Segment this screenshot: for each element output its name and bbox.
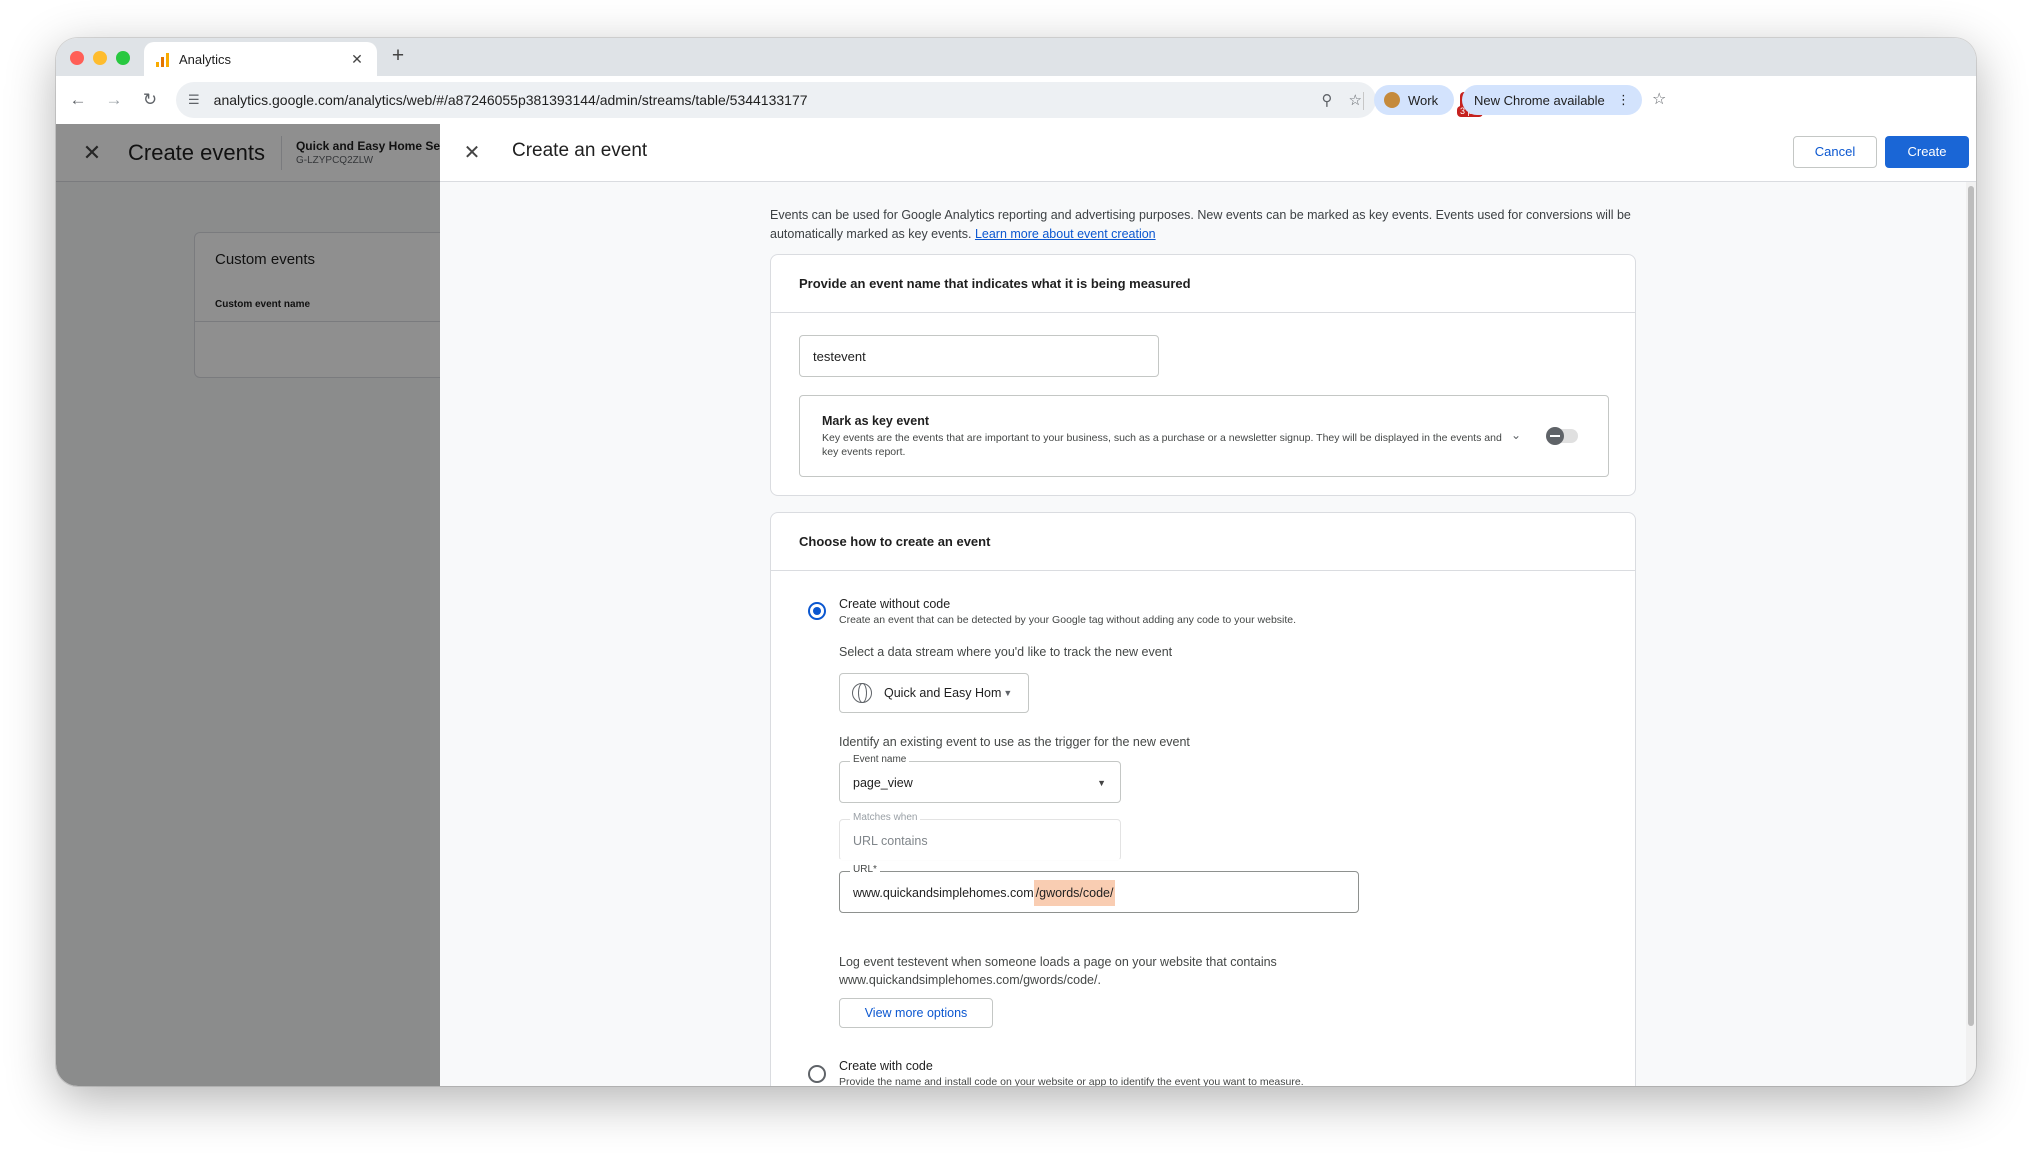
stream-value: Quick and Easy Hom [884, 686, 1002, 700]
data-stream-select[interactable]: Quick and Easy Hom ▼ [839, 673, 1029, 713]
create-with-code-radio[interactable] [808, 1065, 826, 1083]
back-arrow-icon[interactable]: ← [64, 86, 92, 114]
event-method-heading: Choose how to create an event [771, 513, 1635, 571]
address-url[interactable]: analytics.google.com/analytics/web/#/a87… [214, 92, 1306, 108]
trigger-label: Identify an existing event to use as the… [839, 735, 1190, 749]
tab-bar: Analytics ✕ + [56, 38, 1976, 76]
intro-paragraph: Events can be used for Google Analytics … [770, 206, 1644, 244]
url-field-label: URL* [850, 864, 880, 875]
create-event-panel: ✕ Create an event Cancel Create Events c… [440, 124, 1976, 1086]
trigger-event-select[interactable]: Event name page_view ▼ [839, 754, 1121, 803]
zoom-icon[interactable]: ⚲ [1322, 91, 1333, 109]
new-tab-button[interactable]: + [386, 44, 410, 68]
panel-title: Create an event [512, 140, 648, 161]
url-path-highlight: /gwords/code/ [1033, 880, 1116, 906]
key-event-description: Key events are the events that are impor… [822, 432, 1502, 458]
view-more-options-button[interactable]: View more options [839, 998, 993, 1028]
log-event-summary: Log event testevent when someone loads a… [839, 955, 1277, 987]
matches-when-field: Matches when URL contains [839, 812, 1121, 861]
dropdown-caret-icon: ▼ [1003, 688, 1013, 698]
create-without-code-title: Create without code [839, 597, 951, 611]
minimize-window-button[interactable] [93, 51, 107, 65]
event-name-input[interactable]: testevent [799, 335, 1159, 377]
dropdown-arrow-icon: ▼ [1097, 778, 1106, 788]
learn-more-link[interactable]: Learn more about event creation [975, 227, 1156, 241]
site-settings-icon[interactable]: ☰ [188, 92, 200, 108]
browser-window: Analytics ✕ + ← → ↻ ☰ analytics.google.c… [56, 38, 1976, 1086]
url-field-value[interactable]: www.quickandsimplehomes.com/gwords/code/ [853, 880, 1116, 906]
panel-close-icon[interactable]: ✕ [460, 140, 484, 165]
toolbar-divider-2 [1363, 92, 1364, 110]
close-window-button[interactable] [70, 51, 84, 65]
profile-chip[interactable]: Work [1374, 85, 1454, 115]
maximize-window-button[interactable] [116, 51, 130, 65]
analytics-logo-icon [156, 52, 170, 67]
browser-toolbar: ← → ↻ ☰ analytics.google.com/analytics/w… [56, 76, 1976, 124]
bookmark-star-icon[interactable]: ☆ [1349, 91, 1362, 109]
matches-when-label: Matches when [850, 812, 921, 823]
url-base-text: www.quickandsimplehomes.com [853, 886, 1034, 900]
scrollbar-thumb[interactable] [1968, 186, 1974, 1026]
trigger-event-value: page_view [853, 776, 913, 790]
reload-icon[interactable]: ↻ [136, 86, 164, 114]
globe-icon [852, 683, 872, 703]
bookmarks-star-icon[interactable]: ☆ [1652, 89, 1666, 109]
chevron-down-icon[interactable]: ⌄ [1511, 428, 1521, 442]
create-without-code-radio[interactable] [808, 602, 826, 620]
forward-arrow-icon[interactable]: → [100, 86, 128, 114]
event-name-field-label: Event name [850, 754, 910, 765]
panel-header: ✕ Create an event Cancel Create [440, 124, 1976, 182]
chrome-update-button[interactable]: New Chrome available ⋮ [1462, 85, 1642, 115]
tab-title: Analytics [179, 51, 232, 67]
event-method-card: Choose how to create an event Create wit… [770, 512, 1636, 1086]
create-button[interactable]: Create [1885, 136, 1969, 168]
cancel-button[interactable]: Cancel [1793, 136, 1877, 168]
update-label: New Chrome available [1474, 92, 1605, 108]
create-with-code-desc: Provide the name and install code on you… [839, 1076, 1304, 1086]
profile-label: Work [1408, 92, 1439, 108]
url-field[interactable]: URL* www.quickandsimplehomes.com/gwords/… [839, 864, 1359, 913]
intro-text: Events can be used for Google Analytics … [770, 208, 1631, 241]
address-bar[interactable]: ☰ analytics.google.com/analytics/web/#/a… [176, 82, 1376, 118]
create-without-code-desc: Create an event that can be detected by … [839, 614, 1297, 626]
page-content: ✕ Create events Quick and Easy Home Sear… [56, 124, 1976, 1086]
key-event-title: Mark as key event [822, 414, 930, 428]
create-with-code-title: Create with code [839, 1059, 933, 1073]
tab-close-icon[interactable]: ✕ [349, 51, 365, 68]
avatar [1384, 92, 1400, 108]
event-name-heading: Provide an event name that indicates wha… [771, 255, 1635, 313]
stream-label: Select a data stream where you'd like to… [839, 645, 1173, 659]
event-name-card: Provide an event name that indicates wha… [770, 254, 1636, 496]
matches-when-value: URL contains [853, 834, 928, 848]
key-event-row[interactable]: Mark as key event Key events are the eve… [799, 395, 1609, 477]
more-vert-icon: ⋮ [1617, 92, 1630, 107]
toggle-knob [1546, 427, 1564, 445]
tab-analytics[interactable]: Analytics ✕ [144, 42, 377, 76]
key-event-toggle[interactable] [1546, 427, 1578, 445]
